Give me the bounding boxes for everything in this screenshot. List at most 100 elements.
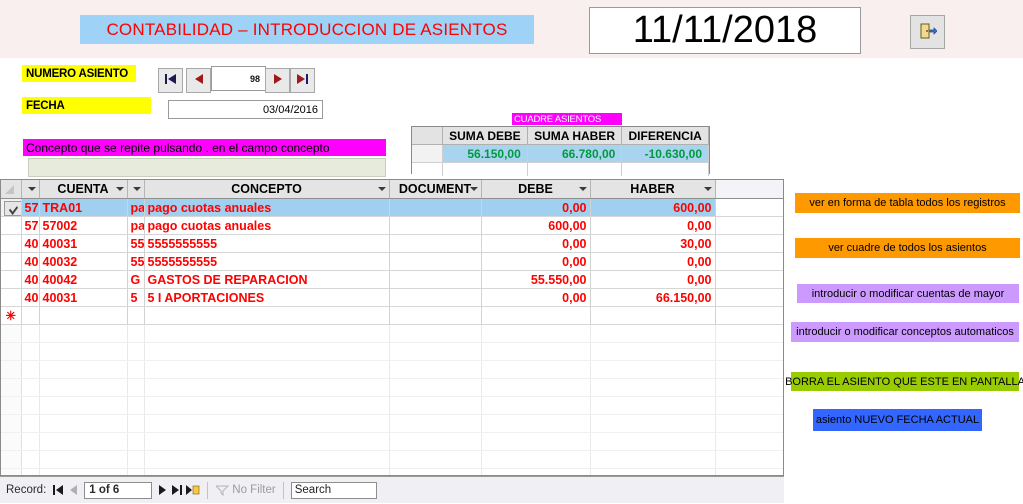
- modificar-cuentas-mayor-button[interactable]: introducir o modificar cuentas de mayor: [797, 284, 1019, 303]
- new-record-cell[interactable]: [715, 306, 783, 325]
- ver-tabla-registros-button[interactable]: ver en forma de tabla todos los registro…: [795, 193, 1020, 213]
- cell-debe[interactable]: 55.550,00: [481, 270, 591, 289]
- asientos-datasheet[interactable]: CUENTA CONCEPTO DOCUMENT DEBE HABER 57 TR…: [0, 179, 784, 476]
- cell-haber[interactable]: 600,00: [590, 198, 716, 217]
- grid-header-haber[interactable]: HABER: [590, 180, 716, 199]
- cell-debe[interactable]: 0,00: [481, 234, 591, 253]
- cell-cuenta[interactable]: 40032: [39, 252, 128, 271]
- search-input[interactable]: Search: [290, 481, 377, 499]
- row-selector-cell[interactable]: [1, 288, 22, 307]
- previous-record-button[interactable]: [186, 68, 211, 93]
- cell-hidden-1[interactable]: 40: [21, 234, 40, 253]
- table-row[interactable]: 57 57002 pa pago cuotas anuales 600,00 0,00: [1, 216, 783, 235]
- cell-debe[interactable]: 0,00: [481, 288, 591, 307]
- cell-document[interactable]: [389, 288, 482, 307]
- table-row[interactable]: 40 40031 5 5 I APORTACIONES 0,00 66.150,00: [1, 288, 783, 307]
- cell-cuenta[interactable]: 57002: [39, 216, 128, 235]
- cell-concepto[interactable]: 5555555555: [144, 252, 390, 271]
- grid-header-concepto[interactable]: CONCEPTO: [144, 180, 390, 199]
- table-row[interactable]: 40 40031 55 5555555555 0,00 30,00: [1, 234, 783, 253]
- cell-hidden-1[interactable]: 40: [21, 288, 40, 307]
- new-record-cell[interactable]: [389, 306, 482, 325]
- cell-document[interactable]: [389, 198, 482, 217]
- grid-header-cuenta[interactable]: CUENTA: [39, 180, 128, 199]
- table-row[interactable]: 57 TRA01 pa pago cuotas anuales 0,00 600,00: [1, 198, 783, 217]
- cell-haber[interactable]: 30,00: [590, 234, 716, 253]
- grid-header-hidden-1[interactable]: [21, 180, 40, 199]
- cell-hidden-2[interactable]: 5: [127, 288, 145, 307]
- cell-haber[interactable]: 0,00: [590, 252, 716, 271]
- cell-debe[interactable]: 0,00: [481, 252, 591, 271]
- grid-header-document[interactable]: DOCUMENT: [389, 180, 482, 199]
- empty-cell: [39, 396, 128, 415]
- cell-debe[interactable]: 0,00: [481, 198, 591, 217]
- cuadre-row-selector[interactable]: [412, 144, 443, 163]
- cell-haber[interactable]: 0,00: [590, 216, 716, 235]
- new-record-cell[interactable]: [144, 306, 390, 325]
- new-record-row[interactable]: ✳: [1, 306, 783, 325]
- new-record-cell[interactable]: [590, 306, 716, 325]
- new-record-cell[interactable]: [39, 306, 128, 325]
- cell-debe[interactable]: 600,00: [481, 216, 591, 235]
- cell-concepto[interactable]: 5 I APORTACIONES: [144, 288, 390, 307]
- grid-header-hidden-2[interactable]: [127, 180, 145, 199]
- table-row[interactable]: 40 40042 G GASTOS DE REPARACION 55.550,00 0,0…: [1, 270, 783, 289]
- cell-cuenta[interactable]: TRA01: [39, 198, 128, 217]
- new-record-cell[interactable]: [481, 306, 591, 325]
- cell-hidden-1[interactable]: 57: [21, 216, 40, 235]
- cell-cuenta[interactable]: 40031: [39, 288, 128, 307]
- row-selector-cell[interactable]: [1, 234, 22, 253]
- cell-concepto[interactable]: GASTOS DE REPARACION: [144, 270, 390, 289]
- grid-header-debe[interactable]: DEBE: [481, 180, 591, 199]
- ver-cuadre-asientos-button[interactable]: ver cuadre de todos los asientos: [795, 238, 1020, 258]
- cell-haber[interactable]: 0,00: [590, 270, 716, 289]
- record-prev-button[interactable]: [66, 482, 81, 498]
- record-first-button[interactable]: [51, 482, 66, 498]
- cell-hidden-2[interactable]: pa: [127, 216, 145, 235]
- empty-cell: [715, 342, 783, 361]
- cell-document[interactable]: [389, 216, 482, 235]
- cell-hidden-2[interactable]: 55: [127, 252, 145, 271]
- new-record-cell[interactable]: [127, 306, 145, 325]
- row-selector-cell[interactable]: [1, 270, 22, 289]
- modificar-conceptos-button[interactable]: introducir o modificar conceptos automat…: [791, 322, 1019, 342]
- empty-cell: [39, 342, 128, 361]
- numero-asiento-input[interactable]: 98: [211, 66, 266, 91]
- record-new-button[interactable]: [185, 482, 200, 498]
- row-selector-cell[interactable]: [1, 252, 22, 271]
- cell-hidden-1[interactable]: 57: [21, 198, 40, 217]
- last-record-button[interactable]: [290, 68, 315, 93]
- cell-hidden-1[interactable]: 40: [21, 252, 40, 271]
- cell-document[interactable]: [389, 270, 482, 289]
- cell-hidden-2[interactable]: pa: [127, 198, 145, 217]
- grid-select-all-corner[interactable]: [1, 180, 22, 199]
- row-selector-cell[interactable]: [1, 198, 22, 217]
- new-record-marker[interactable]: ✳: [1, 306, 22, 325]
- record-last-button[interactable]: [170, 482, 185, 498]
- table-row[interactable]: 40 40032 55 5555555555 0,00 0,00: [1, 252, 783, 271]
- new-record-cell[interactable]: [21, 306, 40, 325]
- record-position-input[interactable]: 1 of 6: [84, 481, 153, 499]
- cell-document[interactable]: [389, 234, 482, 253]
- cell-hidden-1[interactable]: 40: [21, 270, 40, 289]
- empty-cell: [39, 414, 128, 433]
- cell-cuenta[interactable]: 40042: [39, 270, 128, 289]
- cell-hidden-2[interactable]: G: [127, 270, 145, 289]
- nuevo-asiento-button[interactable]: asiento NUEVO FECHA ACTUAL: [813, 409, 982, 431]
- cell-hidden-2[interactable]: 55: [127, 234, 145, 253]
- cell-concepto[interactable]: pago cuotas anuales: [144, 198, 390, 217]
- cell-haber[interactable]: 66.150,00: [590, 288, 716, 307]
- first-record-button[interactable]: [158, 68, 183, 93]
- concepto-repite-input[interactable]: [28, 158, 386, 177]
- exit-button[interactable]: [910, 15, 945, 49]
- row-selector-cell[interactable]: [1, 216, 22, 235]
- next-record-button[interactable]: [265, 68, 290, 93]
- filter-icon[interactable]: [215, 482, 230, 498]
- borrar-asiento-button[interactable]: BORRA EL ASIENTO QUE ESTE EN PANTALLA: [785, 372, 1023, 391]
- cell-concepto[interactable]: pago cuotas anuales: [144, 216, 390, 235]
- cell-concepto[interactable]: 5555555555: [144, 234, 390, 253]
- cell-document[interactable]: [389, 252, 482, 271]
- record-next-button[interactable]: [155, 482, 170, 498]
- cell-cuenta[interactable]: 40031: [39, 234, 128, 253]
- fecha-input[interactable]: 03/04/2016: [168, 100, 323, 119]
